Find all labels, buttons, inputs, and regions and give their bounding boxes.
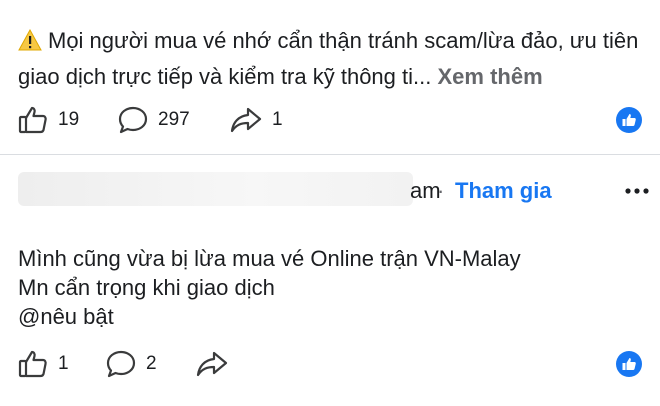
share-count: 1 <box>272 109 283 130</box>
share-button[interactable]: 1 <box>230 100 283 140</box>
see-more-link[interactable]: Xem thêm <box>437 64 542 89</box>
section-divider <box>0 154 660 155</box>
comment-share-button[interactable] <box>196 344 228 384</box>
reply-button[interactable]: 2 <box>106 344 157 384</box>
author-name-tail: am <box>410 178 441 203</box>
comment-actions-bar: 1 2 <box>0 344 660 384</box>
comment-line: Mình cũng vừa bị lừa mua vé Online trận … <box>18 246 521 271</box>
comment-bubble-icon <box>118 105 148 135</box>
share-arrow-icon <box>230 105 262 135</box>
comment-bubble-icon <box>106 349 136 379</box>
post-text-block: Mọi người mua vé nhớ cẩn thận tránh scam… <box>18 24 648 93</box>
post-actions-bar: 19 297 1 <box>0 100 660 140</box>
comment-mention[interactable]: @nêu bật <box>18 302 648 331</box>
comment-like-button[interactable]: 1 <box>18 344 69 384</box>
more-dots-icon[interactable] <box>624 182 650 200</box>
warning-icon <box>18 27 42 60</box>
reply-count: 2 <box>146 353 157 374</box>
comment-line: Mn cẩn trọng khi giao dịch <box>18 275 275 300</box>
thumbs-up-icon <box>18 105 48 135</box>
comment-button[interactable]: 297 <box>118 100 190 140</box>
comment-like-count: 1 <box>58 353 69 374</box>
join-button[interactable]: Tham gia <box>455 178 552 204</box>
like-badge-icon <box>616 351 642 377</box>
like-badge-icon <box>616 107 642 133</box>
comment-body: Mình cũng vừa bị lừa mua vé Online trận … <box>18 244 648 331</box>
like-button[interactable]: 19 <box>18 100 79 140</box>
blurred-author-name <box>18 172 413 206</box>
share-arrow-icon <box>196 349 228 379</box>
comment-header: am · Tham gia <box>18 170 650 214</box>
thumbs-up-icon <box>18 349 48 379</box>
comment-count: 297 <box>158 109 190 130</box>
post-body: Mọi người mua vé nhớ cẩn thận tránh scam… <box>18 28 639 89</box>
like-count: 19 <box>58 109 80 130</box>
separator-dot: · <box>437 178 445 203</box>
